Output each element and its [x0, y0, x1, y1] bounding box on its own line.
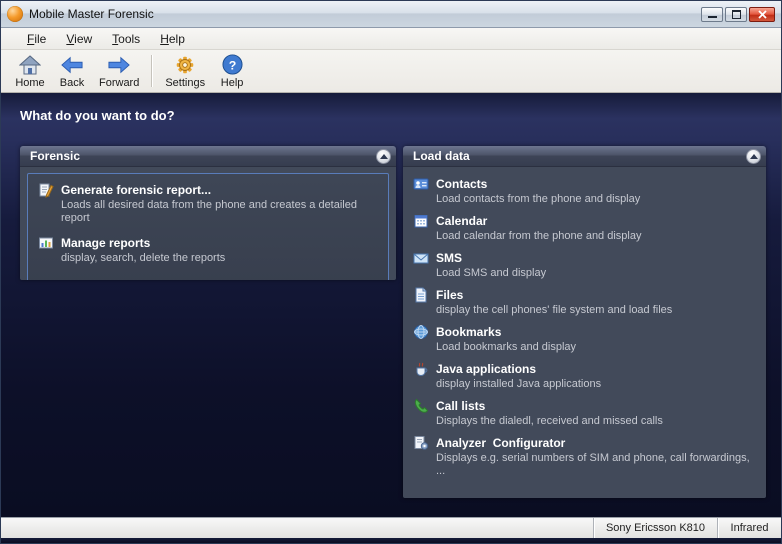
window-title: Mobile Master Forensic: [29, 7, 154, 21]
panel-header-forensic: Forensic: [20, 146, 396, 167]
arrow-right-icon: [107, 54, 131, 76]
forward-button[interactable]: Forward: [93, 53, 145, 90]
sms-icon: [413, 250, 429, 266]
item-title: SMS: [436, 251, 462, 265]
panel-body-forensic: Generate forensic report... Loads all de…: [20, 167, 396, 280]
menu-help[interactable]: Help: [150, 30, 195, 48]
collapse-forensic-button[interactable]: [376, 149, 391, 164]
item-title: Generate forensic report...: [61, 183, 211, 197]
forensic-actions-box: Generate forensic report... Loads all de…: [27, 173, 389, 280]
call-lists-icon: [413, 398, 429, 414]
toolbar-label: Help: [221, 77, 244, 89]
item-description: Load calendar from the phone and display: [413, 230, 756, 243]
status-phone-model: Sony Ericsson K810: [593, 518, 717, 538]
menu-view[interactable]: View: [56, 30, 102, 48]
window-bottom-frame: [1, 538, 781, 543]
chevron-up-icon: [380, 154, 388, 159]
help-button[interactable]: ? Help: [211, 53, 253, 90]
toolbar: Home Back Forward Settings ? Help: [1, 50, 781, 93]
arrow-left-icon: [60, 54, 84, 76]
action-java-applications[interactable]: Java applications display installed Java…: [413, 361, 756, 391]
item-description: Displays the dialedl, received and misse…: [413, 415, 756, 428]
menu-file[interactable]: File: [17, 30, 56, 48]
item-title: Call lists: [436, 399, 485, 413]
calendar-icon: [413, 213, 429, 229]
item-description: Load contacts from the phone and display: [413, 193, 756, 206]
item-title: Contacts: [436, 177, 487, 191]
minimize-icon: [708, 10, 717, 19]
menubar: File View Tools Help: [1, 28, 781, 50]
toolbar-label: Settings: [165, 77, 205, 89]
action-calendar[interactable]: Calendar Load calendar from the phone an…: [413, 213, 756, 243]
svg-text:?: ?: [228, 58, 236, 72]
action-analyzer-configurator[interactable]: Analyzer Configurator Displays e.g. seri…: [413, 435, 756, 478]
home-button[interactable]: Home: [9, 53, 51, 90]
status-connection-type: Infrared: [717, 518, 781, 538]
action-manage-reports[interactable]: Manage reports display, search, delete t…: [38, 235, 378, 265]
contacts-icon: [413, 176, 429, 192]
back-button[interactable]: Back: [51, 53, 93, 90]
gear-icon: [173, 54, 197, 76]
titlebar: Mobile Master Forensic: [1, 1, 781, 28]
item-title: Bookmarks: [436, 325, 501, 339]
item-title: Calendar: [436, 214, 487, 228]
page-title: What do you want to do?: [1, 93, 781, 124]
action-bookmarks[interactable]: Bookmarks Load bookmarks and display: [413, 324, 756, 354]
toolbar-separator: [151, 55, 153, 87]
action-sms[interactable]: SMS Load SMS and display: [413, 250, 756, 280]
toolbar-label: Back: [60, 77, 84, 89]
home-icon: [18, 54, 42, 76]
item-description: Load SMS and display: [413, 267, 756, 280]
action-generate-forensic-report[interactable]: Generate forensic report... Loads all de…: [38, 182, 378, 225]
help-icon: ?: [220, 54, 244, 76]
java-icon: [413, 361, 429, 377]
maximize-button[interactable]: [725, 7, 747, 22]
toolbar-label: Forward: [99, 77, 139, 89]
chevron-up-icon: [750, 154, 758, 159]
item-description: Displays e.g. serial numbers of SIM and …: [413, 452, 756, 478]
item-description: display the cell phones' file system and…: [413, 304, 756, 317]
item-description: Load bookmarks and display: [413, 341, 756, 354]
menu-tools[interactable]: Tools: [102, 30, 150, 48]
window-controls: [701, 7, 775, 22]
minimize-button[interactable]: [701, 7, 723, 22]
item-description: display installed Java applications: [413, 378, 756, 391]
panel-load-data: Load data Contacts Load contacts from th…: [403, 146, 766, 498]
analyzer-icon: [413, 435, 429, 451]
panel-header-load-data: Load data: [403, 146, 766, 167]
app-window: Mobile Master Forensic File View Tools H…: [0, 0, 782, 544]
files-icon: [413, 287, 429, 303]
item-description: Loads all desired data from the phone an…: [38, 199, 378, 225]
panel-title: Load data: [413, 149, 746, 163]
statusbar: Sony Ericsson K810 Infrared: [1, 517, 781, 538]
panel-title: Forensic: [30, 149, 376, 163]
close-button[interactable]: [749, 7, 775, 22]
item-title: Files: [436, 288, 463, 302]
maximize-icon: [732, 10, 741, 19]
toolbar-label: Home: [15, 77, 44, 89]
app-logo-icon: [7, 6, 23, 22]
bookmarks-icon: [413, 324, 429, 340]
item-description: display, search, delete the reports: [38, 252, 378, 265]
item-title: Manage reports: [61, 236, 150, 250]
settings-button[interactable]: Settings: [159, 53, 211, 90]
item-title: Analyzer Configurator: [436, 436, 565, 450]
collapse-load-data-button[interactable]: [746, 149, 761, 164]
action-contacts[interactable]: Contacts Load contacts from the phone an…: [413, 176, 756, 206]
panel-forensic: Forensic Generate forensic report...: [20, 146, 396, 280]
action-files[interactable]: Files display the cell phones' file syst…: [413, 287, 756, 317]
main-content: What do you want to do? Forensic: [1, 93, 781, 517]
panel-body-load-data: Contacts Load contacts from the phone an…: [403, 167, 766, 498]
close-icon: [758, 10, 767, 19]
item-title: Java applications: [436, 362, 536, 376]
forensic-report-icon: [38, 182, 54, 198]
manage-reports-icon: [38, 235, 54, 251]
statusbar-spacer: [1, 518, 593, 538]
panels-row: Forensic Generate forensic report...: [1, 124, 781, 498]
action-call-lists[interactable]: Call lists Displays the dialedl, receive…: [413, 398, 756, 428]
